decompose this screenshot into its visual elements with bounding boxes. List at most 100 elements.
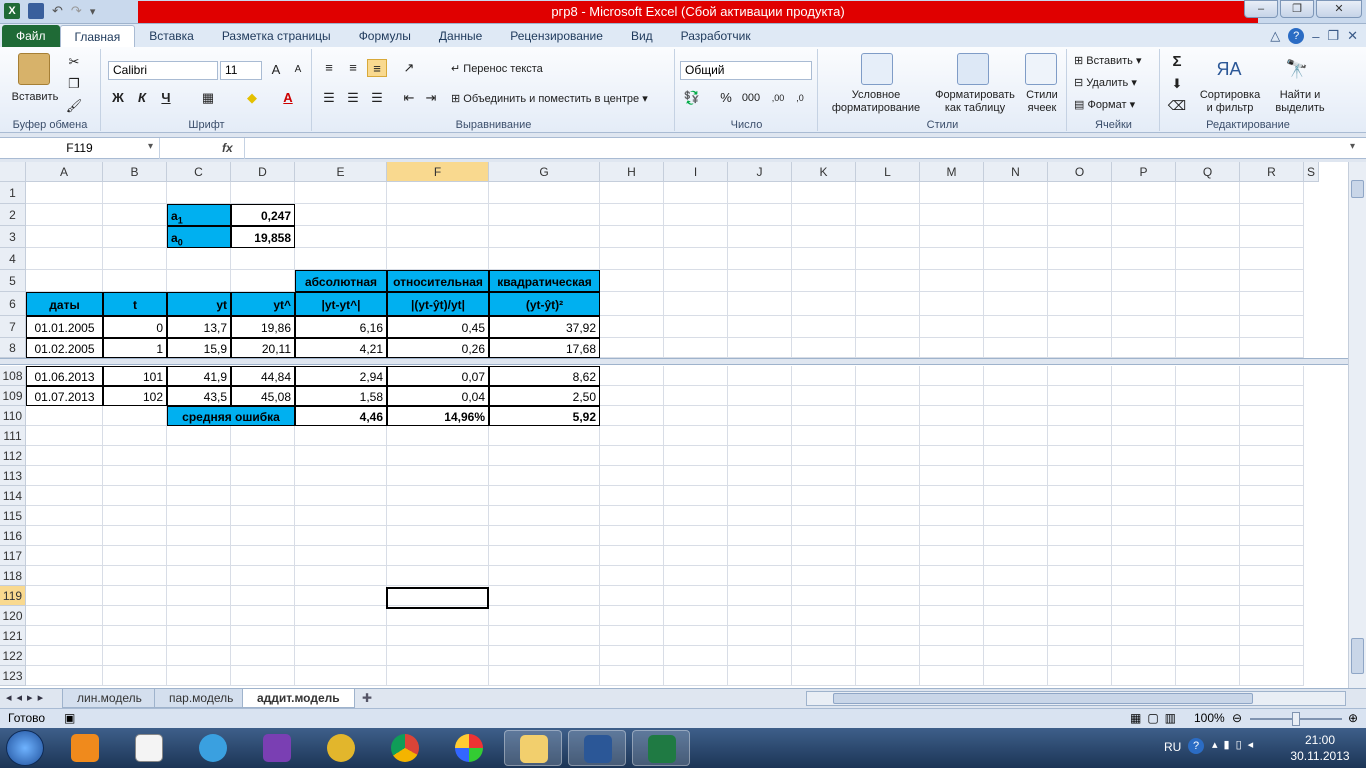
percent-button[interactable]: % [716,89,736,107]
cell-K1[interactable] [792,182,856,204]
cell-A121[interactable] [26,626,103,646]
cell-B113[interactable] [103,466,167,486]
cell-B111[interactable] [103,426,167,446]
cell-G122[interactable] [489,646,600,666]
cell-N117[interactable] [984,546,1048,566]
cell-O109[interactable] [1048,386,1112,406]
cell-N7[interactable] [984,316,1048,338]
cell-I112[interactable] [664,446,728,466]
cell-O118[interactable] [1048,566,1112,586]
cell-Q3[interactable] [1176,226,1240,248]
cell-F3[interactable] [387,226,489,248]
cell-L7[interactable] [856,316,920,338]
cell-I118[interactable] [664,566,728,586]
cell-L110[interactable] [856,406,920,426]
data-abs-row-109[interactable]: 1,58 [295,386,387,406]
cell-G3[interactable] [489,226,600,248]
header-dates[interactable]: даты [26,292,103,316]
cell-Q116[interactable] [1176,526,1240,546]
cell-E111[interactable] [295,426,387,446]
cell-F1[interactable] [387,182,489,204]
cell-N1[interactable] [984,182,1048,204]
cell-Q120[interactable] [1176,606,1240,626]
cell-G114[interactable] [489,486,600,506]
cell-O108[interactable] [1048,366,1112,386]
cell-K115[interactable] [792,506,856,526]
avg-error-abs[interactable]: 4,46 [295,406,387,426]
cell-D112[interactable] [231,446,295,466]
cell-A110[interactable] [26,406,103,426]
cell-H118[interactable] [600,566,664,586]
align-right-icon[interactable]: ☰ [367,89,387,107]
cell-K4[interactable] [792,248,856,270]
cell-R1[interactable] [1240,182,1304,204]
cell-H116[interactable] [600,526,664,546]
cell-G112[interactable] [489,446,600,466]
cell-E113[interactable] [295,466,387,486]
cell-C121[interactable] [167,626,231,646]
cell-A117[interactable] [26,546,103,566]
cut-icon[interactable]: ✂ [64,53,84,71]
cell-G111[interactable] [489,426,600,446]
cell-K3[interactable] [792,226,856,248]
cell-B112[interactable] [103,446,167,466]
column-header-A[interactable]: A [26,162,103,182]
cell-K121[interactable] [792,626,856,646]
cell-F115[interactable] [387,506,489,526]
cell-N116[interactable] [984,526,1048,546]
cell-M109[interactable] [920,386,984,406]
cell-N122[interactable] [984,646,1048,666]
cell-A114[interactable] [26,486,103,506]
cell-C1[interactable] [167,182,231,204]
cell-N123[interactable] [984,666,1048,686]
taskbar-mascot-app[interactable] [312,730,370,766]
cell-B114[interactable] [103,486,167,506]
cell-L119[interactable] [856,586,920,606]
cell-L122[interactable] [856,646,920,666]
h-scroll-thumb[interactable] [833,693,1253,704]
data-yt-row-108[interactable]: 41,9 [167,366,231,386]
cell-C123[interactable] [167,666,231,686]
cell-J115[interactable] [728,506,792,526]
cell-R110[interactable] [1240,406,1304,426]
cell-A111[interactable] [26,426,103,446]
cell-J111[interactable] [728,426,792,446]
currency-icon[interactable]: 💱 [682,89,702,107]
name-box-dropdown-icon[interactable]: ▾ [148,141,153,152]
cell-L4[interactable] [856,248,920,270]
cell-L6[interactable] [856,292,920,316]
zoom-slider-thumb[interactable] [1292,712,1300,726]
cell-P111[interactable] [1112,426,1176,446]
cell-I8[interactable] [664,338,728,358]
cell-D4[interactable] [231,248,295,270]
cell-E114[interactable] [295,486,387,506]
cell-D117[interactable] [231,546,295,566]
row-header-4[interactable]: 4 [0,248,26,270]
cell-N2[interactable] [984,204,1048,226]
cell-E3[interactable] [295,226,387,248]
cell-P114[interactable] [1112,486,1176,506]
header-absolute[interactable]: абсолютная [295,270,387,292]
cell-P122[interactable] [1112,646,1176,666]
row-header-110[interactable]: 110 [0,406,26,426]
clock-date[interactable]: 30.11.2013 [1280,749,1360,763]
orientation-icon[interactable]: ↗ [399,59,419,77]
column-header-O[interactable]: O [1048,162,1112,182]
format-cells-button[interactable]: ▤ Формат ▾ [1074,99,1158,112]
cell-L112[interactable] [856,446,920,466]
cell-Q113[interactable] [1176,466,1240,486]
cell-K112[interactable] [792,446,856,466]
cell-O111[interactable] [1048,426,1112,446]
cell-Q6[interactable] [1176,292,1240,316]
cell-I120[interactable] [664,606,728,626]
cell-B115[interactable] [103,506,167,526]
cell-J123[interactable] [728,666,792,686]
cell-F118[interactable] [387,566,489,586]
cell-B117[interactable] [103,546,167,566]
cell-A4[interactable] [26,248,103,270]
macro-record-icon[interactable]: ▣ [64,711,75,725]
cell-D1[interactable] [231,182,295,204]
cell-H123[interactable] [600,666,664,686]
paste-icon[interactable] [18,53,50,85]
cell-D114[interactable] [231,486,295,506]
